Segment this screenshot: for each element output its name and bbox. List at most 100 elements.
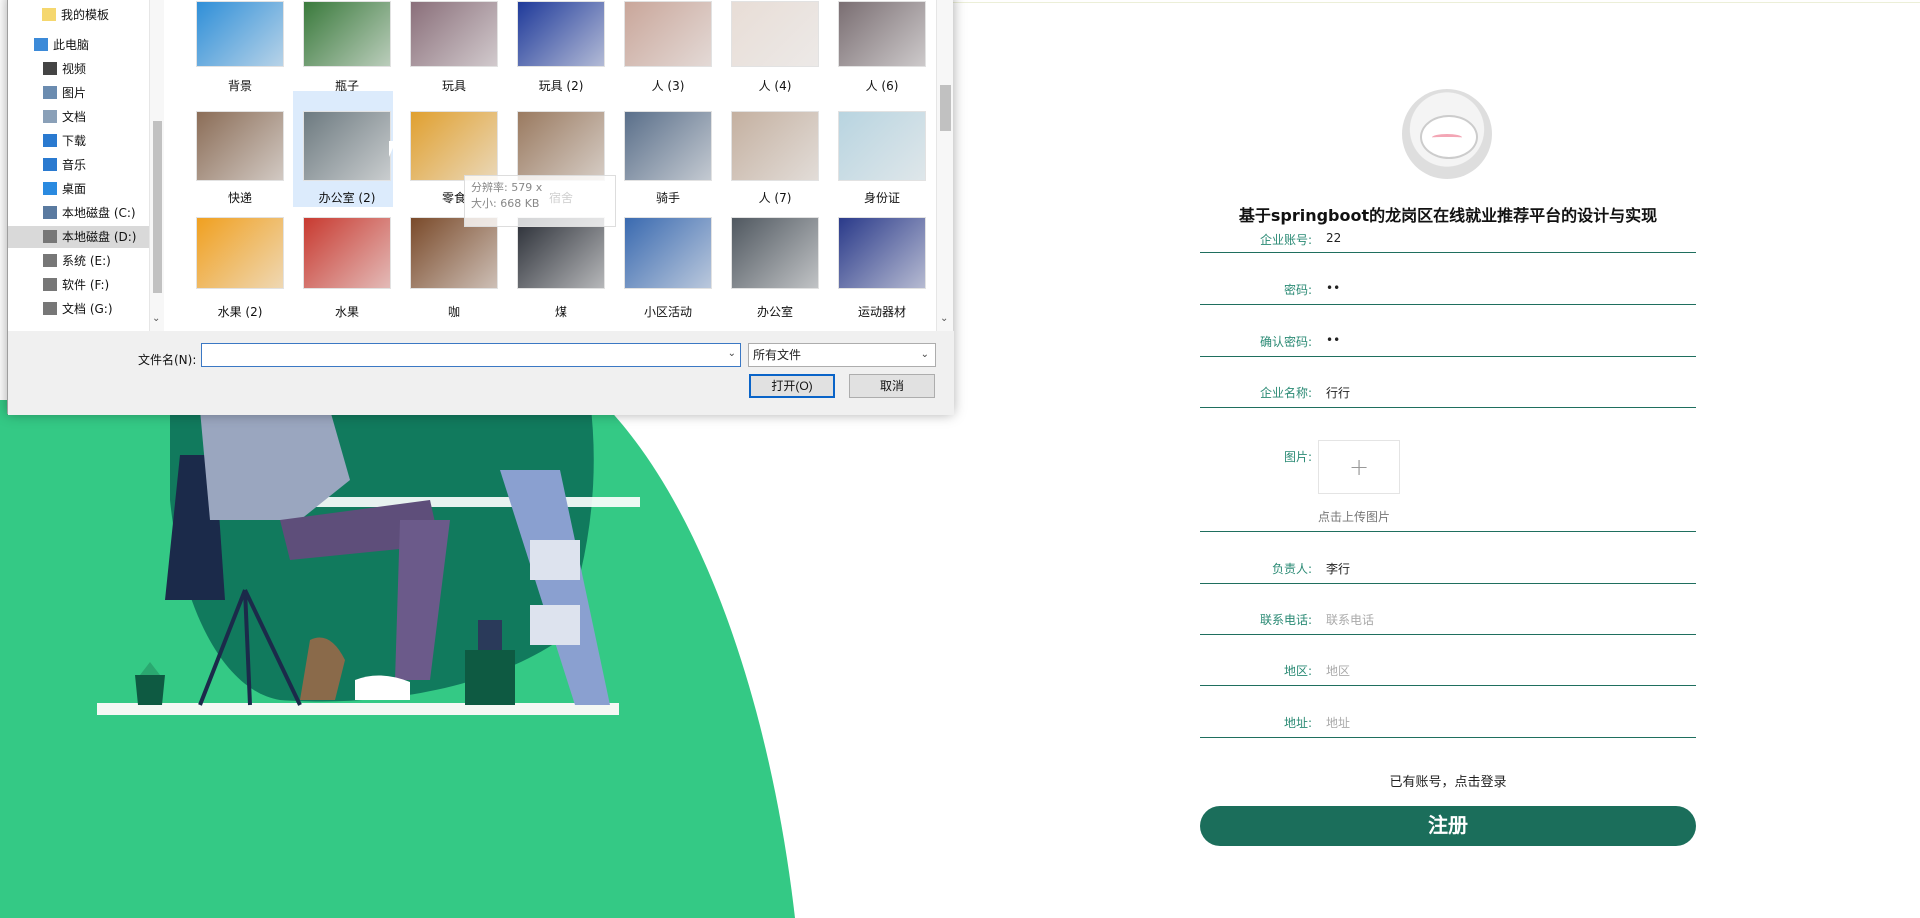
navigation-pane: 我的模板此电脑视频 图片 文档 下载 音乐 桌面 本地磁盘 (C:) 本地磁盘 (D:) 系统 … xyxy=(8,0,149,331)
file-thumbnail[interactable]: 人 (4) xyxy=(721,0,821,95)
file-preview-image xyxy=(517,1,605,67)
region-input[interactable]: 地区 xyxy=(1326,662,1350,679)
nav-scrollbar[interactable]: ⌄ xyxy=(149,0,164,331)
nav-item[interactable]: 桌面 xyxy=(8,178,149,200)
top-border-line xyxy=(950,2,1920,3)
nav-item[interactable]: 视频 xyxy=(8,58,149,80)
music-icon xyxy=(43,158,57,171)
phone-input[interactable]: 联系电话 xyxy=(1326,611,1374,628)
file-thumbnail[interactable]: 办公室 xyxy=(721,209,821,321)
video-folder-icon xyxy=(43,62,57,75)
file-name: 运动器材 xyxy=(857,305,906,319)
filename-label: 文件名(N): xyxy=(138,353,197,367)
chevron-down-icon[interactable]: ⌄ xyxy=(152,313,160,324)
file-thumbnail[interactable]: 瓶子 xyxy=(293,0,393,95)
documents-folder-icon xyxy=(43,110,57,123)
drive-icon xyxy=(43,278,57,291)
file-preview-image xyxy=(410,1,498,67)
login-link[interactable]: 已有账号，点击登录 xyxy=(1200,771,1696,790)
account-input[interactable]: 22 xyxy=(1326,231,1341,245)
chevron-down-icon[interactable]: ⌄ xyxy=(728,348,736,359)
nav-item[interactable]: 文档 xyxy=(8,106,149,128)
register-button[interactable]: 注册 xyxy=(1200,806,1696,846)
file-type-select[interactable]: 所有文件 ⌄ xyxy=(748,343,936,367)
plus-icon: + xyxy=(1348,453,1370,481)
chevron-down-icon[interactable]: ⌄ xyxy=(921,344,929,366)
file-preview-image xyxy=(731,1,819,67)
upload-button[interactable]: + xyxy=(1318,440,1400,494)
dialog-footer: 文件名(N): ⌄ 所有文件 ⌄ 打开(O) 取消 xyxy=(8,331,954,415)
file-thumbnail[interactable]: 背景 xyxy=(186,0,286,95)
file-name: 小区活动 xyxy=(643,305,692,319)
confirm-password-input[interactable]: •• xyxy=(1326,333,1340,347)
password-label: 密码: xyxy=(1283,283,1312,297)
file-preview-image xyxy=(624,1,712,67)
tooltip-size: 大小: 668 KB xyxy=(471,197,540,210)
filename-input[interactable]: ⌄ xyxy=(201,343,741,367)
contact-person-label: 负责人: xyxy=(1271,562,1312,576)
nav-item-label: 系统 (E:) xyxy=(62,254,111,268)
file-thumbnail[interactable]: 骑手 xyxy=(614,91,714,207)
nav-item[interactable]: 软件 (F:) xyxy=(8,274,149,296)
contact-person-field[interactable]: 负责人: 李行 xyxy=(1200,550,1696,584)
open-button[interactable]: 打开(O) xyxy=(749,374,835,398)
address-input[interactable]: 地址 xyxy=(1326,714,1350,731)
region-field[interactable]: 地区: 地区 xyxy=(1200,652,1696,686)
company-name-field[interactable]: 企业名称: 行行 xyxy=(1200,374,1696,408)
nav-item[interactable]: 本地磁盘 (D:) xyxy=(8,226,149,248)
phone-label: 联系电话: xyxy=(1259,613,1312,627)
file-thumbnail[interactable]: 玩具 (2) xyxy=(507,0,607,95)
file-thumbnail[interactable]: 小区活动 xyxy=(614,209,714,321)
nav-scrollbar-thumb[interactable] xyxy=(153,121,162,293)
file-thumbnail[interactable]: 水果 xyxy=(293,209,393,321)
nav-item-label: 此电脑 xyxy=(53,38,90,52)
nav-item[interactable]: 文档 (G:) xyxy=(8,298,149,320)
avatar xyxy=(1402,89,1492,179)
confirm-password-field[interactable]: 确认密码: •• xyxy=(1200,323,1696,357)
chevron-down-icon[interactable]: ⌄ xyxy=(940,313,948,324)
file-open-dialog: 我的模板此电脑视频 图片 文档 下载 音乐 桌面 本地磁盘 (C:) 本地磁盘 (D:) 系统 … xyxy=(7,0,954,415)
file-preview-image xyxy=(196,111,284,181)
file-thumbnail[interactable]: 人 (3) xyxy=(614,0,714,95)
file-thumbnail[interactable]: 身份证 xyxy=(828,91,928,207)
file-preview-image xyxy=(303,111,391,181)
cancel-button[interactable]: 取消 xyxy=(849,374,935,398)
file-thumbnail[interactable]: 运动器材 xyxy=(828,209,928,321)
file-thumbnail[interactable]: 人 (6) xyxy=(828,0,928,95)
file-name: 身份证 xyxy=(863,191,900,205)
file-grid-scrollbar[interactable]: ⌄ xyxy=(936,0,953,331)
file-grid-scrollbar-thumb[interactable] xyxy=(940,85,951,131)
company-name-input[interactable]: 行行 xyxy=(1326,384,1350,401)
download-icon xyxy=(43,134,57,147)
nav-item[interactable]: 下载 xyxy=(8,130,149,152)
nav-item[interactable]: 音乐 xyxy=(8,154,149,176)
file-preview-image xyxy=(731,217,819,289)
file-thumbnail[interactable]: 水果 (2) xyxy=(186,209,286,321)
nav-item-label: 我的模板 xyxy=(61,8,110,22)
file-name: 咖 xyxy=(447,305,460,319)
file-thumbnail[interactable]: 快递 xyxy=(186,91,286,207)
nav-item[interactable]: 本地磁盘 (C:) xyxy=(8,202,149,224)
screen: { "dialog": { "nav_items": [ {"label": "… xyxy=(0,0,1920,918)
password-input[interactable]: •• xyxy=(1326,281,1340,295)
nav-item[interactable]: 系统 (E:) xyxy=(8,250,149,272)
address-field[interactable]: 地址: 地址 xyxy=(1200,704,1696,738)
phone-field[interactable]: 联系电话: 联系电话 xyxy=(1200,601,1696,635)
nav-item[interactable]: 我的模板 xyxy=(8,4,149,26)
file-preview-image xyxy=(517,111,605,181)
file-thumbnail[interactable]: 人 (7) xyxy=(721,91,821,207)
nav-item[interactable]: 图片 xyxy=(8,82,149,104)
nav-item[interactable]: 此电脑 xyxy=(8,34,149,56)
system-drive-icon xyxy=(43,206,57,219)
drive-icon xyxy=(43,302,57,315)
file-thumbnail[interactable]: 玩具 xyxy=(400,0,500,95)
file-thumbnail[interactable]: 办公室 (2) xyxy=(293,91,393,207)
file-name: 办公室 xyxy=(756,305,793,319)
password-field[interactable]: 密码: •• xyxy=(1200,271,1696,305)
contact-person-input[interactable]: 李行 xyxy=(1326,560,1350,577)
file-preview-image xyxy=(303,217,391,289)
image-label: 图片: xyxy=(1283,450,1312,464)
file-type-value: 所有文件 xyxy=(753,348,802,362)
file-preview-image xyxy=(838,1,926,67)
account-field[interactable]: 企业账号: 22 xyxy=(1200,231,1696,253)
